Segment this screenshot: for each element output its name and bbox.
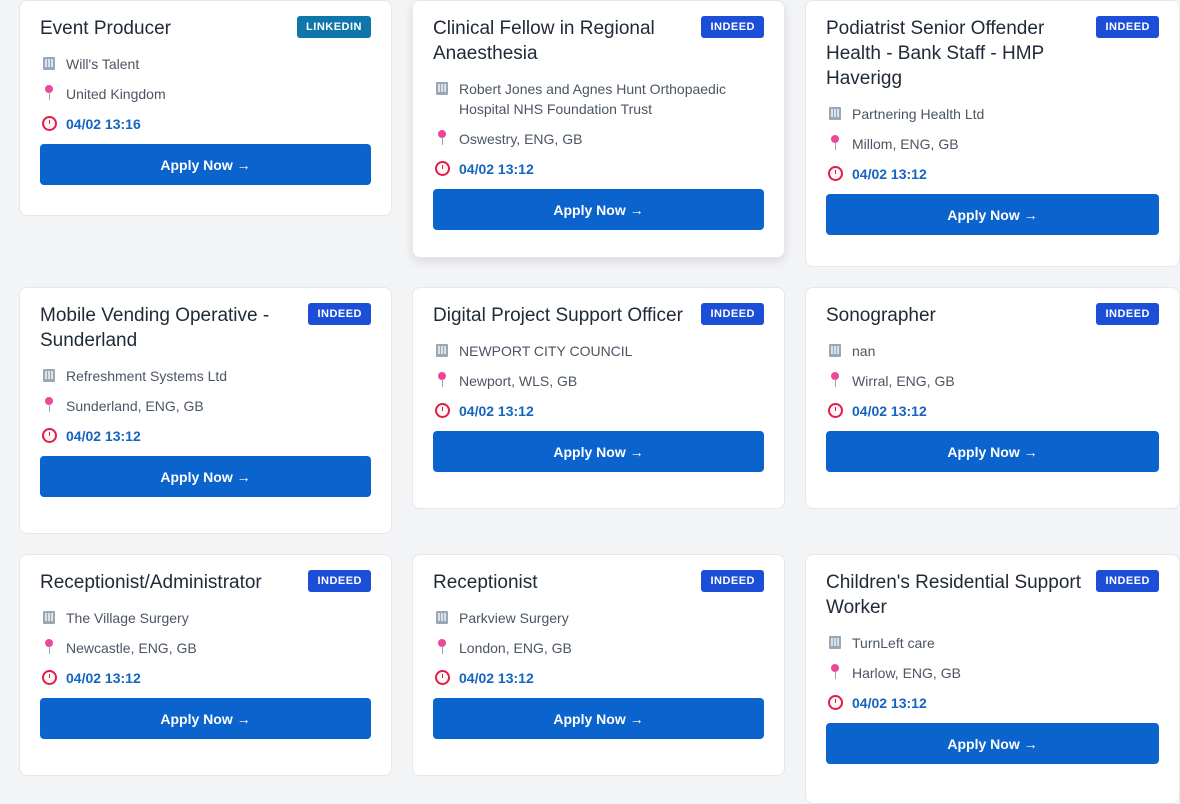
pin-icon bbox=[826, 134, 844, 154]
posted-time: 04/02 13:12 bbox=[66, 670, 141, 686]
building-icon bbox=[40, 366, 58, 386]
posted-time: 04/02 13:16 bbox=[66, 116, 141, 132]
source-badge: INDEED bbox=[701, 16, 764, 38]
job-card: Sonographer INDEED nan Wirral, ENG, GB 0… bbox=[805, 287, 1180, 509]
alarm-clock-icon bbox=[40, 426, 58, 446]
pin-icon bbox=[433, 371, 451, 391]
job-title[interactable]: Sonographer bbox=[826, 302, 1096, 328]
job-card: Receptionist/Administrator INDEED The Vi… bbox=[19, 554, 392, 776]
building-icon bbox=[826, 341, 844, 361]
posted-time: 04/02 13:12 bbox=[66, 428, 141, 444]
pin-icon bbox=[826, 663, 844, 683]
source-badge: INDEED bbox=[308, 303, 371, 325]
building-icon bbox=[826, 104, 844, 124]
job-title[interactable]: Receptionist bbox=[433, 569, 701, 595]
job-title[interactable]: Mobile Vending Operative - Sunderland bbox=[40, 302, 308, 353]
source-badge: INDEED bbox=[308, 570, 371, 592]
source-badge: INDEED bbox=[1096, 16, 1159, 38]
job-location: Newport, WLS, GB bbox=[459, 373, 578, 389]
posted-time: 04/02 13:12 bbox=[459, 403, 534, 419]
job-location: Newcastle, ENG, GB bbox=[66, 640, 197, 656]
alarm-clock-icon bbox=[826, 164, 844, 184]
company-name: Parkview Surgery bbox=[459, 610, 569, 626]
building-icon bbox=[433, 608, 451, 628]
posted-time: 04/02 13:12 bbox=[852, 166, 927, 182]
building-icon bbox=[40, 608, 58, 628]
pin-icon bbox=[433, 129, 451, 149]
job-card: Mobile Vending Operative - Sunderland IN… bbox=[19, 287, 392, 534]
pin-icon bbox=[40, 638, 58, 658]
pin-icon bbox=[826, 371, 844, 391]
job-title[interactable]: Clinical Fellow in Regional Anaesthesia bbox=[433, 15, 701, 66]
company-name: NEWPORT CITY COUNCIL bbox=[459, 343, 633, 359]
company-name: Will's Talent bbox=[66, 56, 140, 72]
alarm-clock-icon bbox=[826, 693, 844, 713]
job-card: Clinical Fellow in Regional Anaesthesia … bbox=[412, 0, 785, 258]
apply-now-button[interactable]: Apply Now → bbox=[433, 189, 764, 230]
job-location: Oswestry, ENG, GB bbox=[459, 131, 583, 147]
job-card: Children's Residential Support Worker IN… bbox=[805, 554, 1180, 804]
company-name: Refreshment Systems Ltd bbox=[66, 368, 228, 384]
apply-now-button[interactable]: Apply Now → bbox=[433, 431, 764, 472]
job-title[interactable]: Podiatrist Senior Offender Health - Bank… bbox=[826, 15, 1096, 91]
posted-time: 04/02 13:12 bbox=[459, 161, 534, 177]
apply-now-button[interactable]: Apply Now → bbox=[40, 698, 371, 739]
building-icon bbox=[40, 54, 58, 74]
company-name: Partnering Health Ltd bbox=[852, 106, 985, 122]
alarm-clock-icon bbox=[40, 668, 58, 688]
alarm-clock-icon bbox=[433, 159, 451, 179]
job-location: Harlow, ENG, GB bbox=[852, 665, 961, 681]
company-name: TurnLeft care bbox=[852, 635, 935, 651]
source-badge: INDEED bbox=[701, 570, 764, 592]
posted-time: 04/02 13:12 bbox=[852, 403, 927, 419]
company-name: Robert Jones and Agnes Hunt Orthopaedic … bbox=[459, 81, 726, 117]
alarm-clock-icon bbox=[40, 114, 58, 134]
building-icon bbox=[826, 633, 844, 653]
apply-now-button[interactable]: Apply Now → bbox=[826, 723, 1159, 764]
job-title[interactable]: Digital Project Support Officer bbox=[433, 302, 701, 328]
posted-time: 04/02 13:12 bbox=[459, 670, 534, 686]
job-title[interactable]: Event Producer bbox=[40, 15, 297, 41]
job-card: Podiatrist Senior Offender Health - Bank… bbox=[805, 0, 1180, 267]
alarm-clock-icon bbox=[433, 401, 451, 421]
posted-time: 04/02 13:12 bbox=[852, 695, 927, 711]
company-name: nan bbox=[852, 343, 876, 359]
source-badge: INDEED bbox=[701, 303, 764, 325]
apply-now-button[interactable]: Apply Now → bbox=[40, 456, 371, 497]
source-badge: INDEED bbox=[1096, 303, 1159, 325]
apply-now-button[interactable]: Apply Now → bbox=[826, 431, 1159, 472]
building-icon bbox=[433, 341, 451, 361]
job-location: United Kingdom bbox=[66, 86, 166, 102]
alarm-clock-icon bbox=[826, 401, 844, 421]
apply-now-button[interactable]: Apply Now → bbox=[433, 698, 764, 739]
apply-now-button[interactable]: Apply Now → bbox=[40, 144, 371, 185]
company-name: The Village Surgery bbox=[66, 610, 189, 626]
pin-icon bbox=[40, 84, 58, 104]
building-icon bbox=[433, 79, 451, 99]
pin-icon bbox=[433, 638, 451, 658]
job-card: Digital Project Support Officer INDEED N… bbox=[412, 287, 785, 509]
source-badge: INDEED bbox=[1096, 570, 1159, 592]
job-title[interactable]: Receptionist/Administrator bbox=[40, 569, 308, 595]
job-location: Millom, ENG, GB bbox=[852, 136, 959, 152]
pin-icon bbox=[40, 396, 58, 416]
job-card: Event Producer LINKEDIN Will's Talent Un… bbox=[19, 0, 392, 216]
job-location: Sunderland, ENG, GB bbox=[66, 398, 204, 414]
source-badge: LINKEDIN bbox=[297, 16, 371, 38]
job-location: London, ENG, GB bbox=[459, 640, 572, 656]
apply-now-button[interactable]: Apply Now → bbox=[826, 194, 1159, 235]
job-title[interactable]: Children's Residential Support Worker bbox=[826, 569, 1096, 620]
job-card: Receptionist INDEED Parkview Surgery Lon… bbox=[412, 554, 785, 776]
alarm-clock-icon bbox=[433, 668, 451, 688]
job-location: Wirral, ENG, GB bbox=[852, 373, 955, 389]
